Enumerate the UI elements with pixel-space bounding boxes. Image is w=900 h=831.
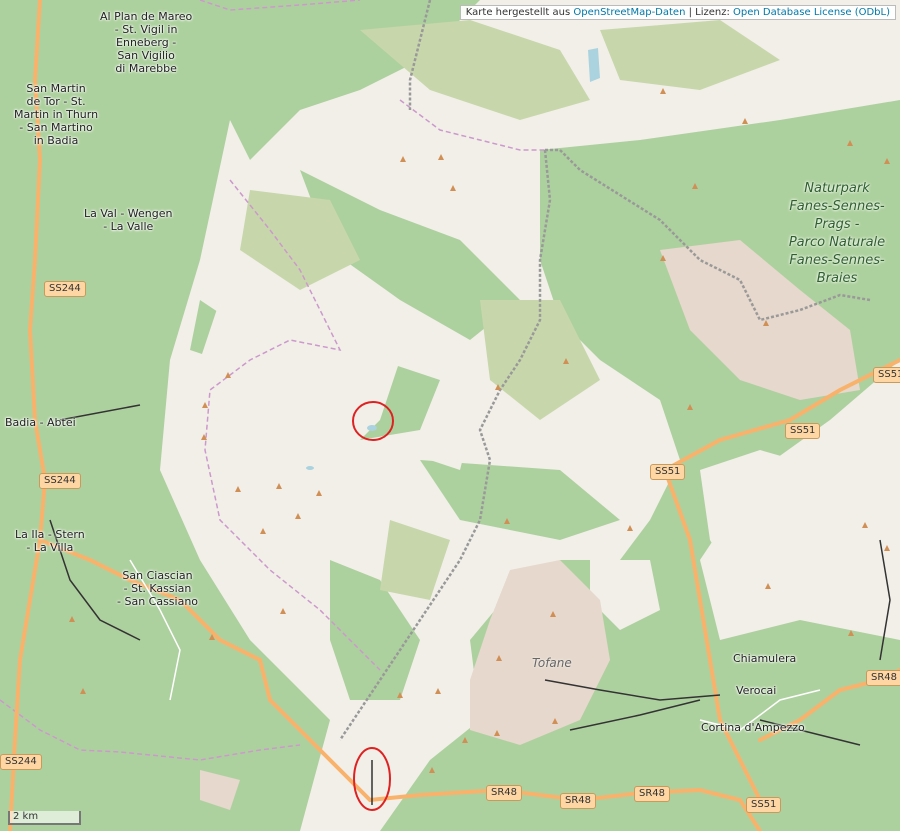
- road-shield-sr48: SR48: [486, 785, 523, 801]
- road-shield-ss51: SS51: [785, 423, 821, 439]
- road-shield-sr48: SR48: [560, 793, 597, 809]
- road-shield-ss51: SS51: [873, 367, 900, 383]
- license-link[interactable]: Open Database License (ODbL): [733, 7, 890, 18]
- road-shield-sr48: SR48: [866, 670, 900, 686]
- attribution-prefix: Karte hergestellt aus: [465, 7, 574, 18]
- place-label-cortina: Cortina d'Ampezzo: [701, 721, 805, 734]
- osm-data-link[interactable]: OpenStreetMap-Daten: [573, 7, 685, 18]
- place-label-san-ciascian: San Ciascian - St. Kassian - San Cassian…: [117, 569, 199, 608]
- forest-areas: [0, 0, 900, 831]
- mountain-label-tofane: Tofane: [532, 656, 572, 670]
- road-shield-ss51: SS51: [650, 464, 686, 480]
- place-label-badia: Badia - Abtei: [5, 416, 76, 429]
- place-label-san-martin: San Martin de Tor - St. Martin in Thurn …: [14, 82, 99, 147]
- place-label-al-plan: Al Plan de Mareo - St. Vigil in Enneberg…: [100, 10, 193, 75]
- road-shield-ss244: SS244: [44, 281, 86, 297]
- attribution-separator: | Lizenz:: [685, 7, 734, 18]
- road-shield-sr48: SR48: [634, 786, 671, 802]
- road-shield-ss51: SS51: [746, 797, 782, 813]
- scale-bar: 2 km: [8, 811, 81, 825]
- place-label-la-ila: La Ila - Stern - La Villa: [15, 528, 85, 554]
- map-canvas[interactable]: Al Plan de Mareo - St. Vigil in Enneberg…: [0, 0, 900, 831]
- place-label-chiamulera: Chiamulera: [733, 652, 797, 665]
- road-shield-ss244: SS244: [39, 473, 81, 489]
- map-attribution: Karte hergestellt aus OpenStreetMap-Date…: [459, 5, 896, 20]
- park-label: Naturpark Fanes-Sennes- Prags - Parco Na…: [788, 181, 886, 286]
- road-shield-ss244: SS244: [0, 754, 42, 770]
- place-label-la-val: La Val - Wengen - La Valle: [84, 207, 173, 233]
- map-tiles: [0, 0, 900, 831]
- place-label-verocai: Verocai: [736, 684, 777, 697]
